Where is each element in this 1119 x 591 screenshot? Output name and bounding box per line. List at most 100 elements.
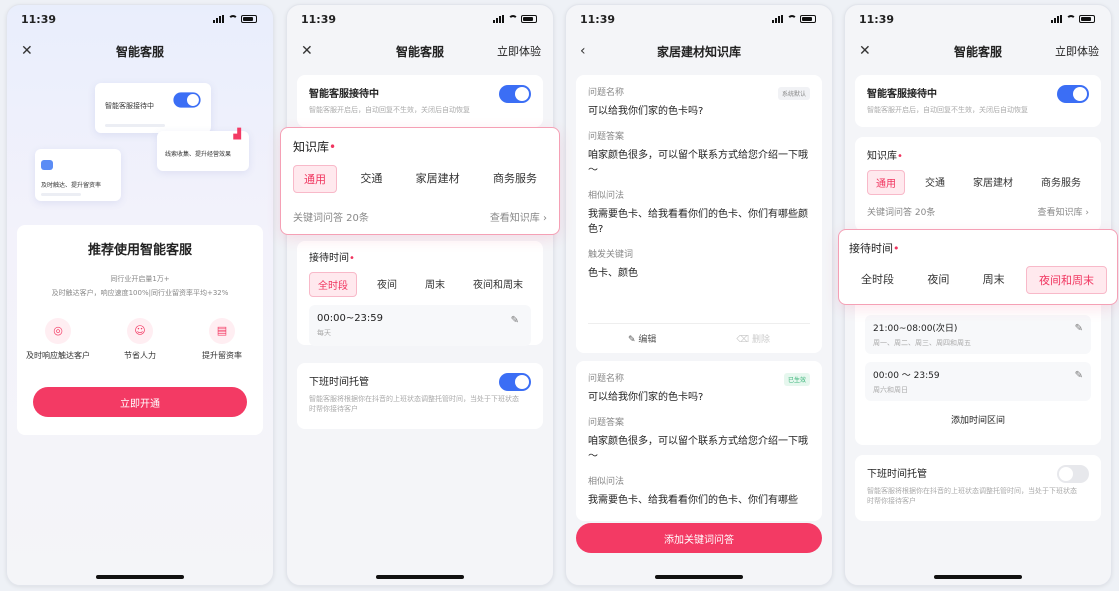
- screen-intro: 11:39 ✕ 智能客服 智能客服接待中 ▟ 线索收集、提升经营效果 及时触达、…: [6, 4, 274, 586]
- status-icons: [213, 15, 257, 23]
- edit-icon[interactable]: ✎: [1075, 370, 1083, 381]
- time-card: 接待时间• 全时段 夜间 周末 夜间和周末 00:00~23:59 每天 ✎: [297, 241, 543, 346]
- qa-edit-button[interactable]: ✎ 编辑: [628, 332, 656, 345]
- edit-icon[interactable]: ✎: [1075, 323, 1083, 334]
- chat-icon: ◎: [45, 318, 71, 344]
- time-tab[interactable]: 夜间: [915, 266, 961, 294]
- qa-name-label: 问题名称: [588, 374, 625, 384]
- kb-tab[interactable]: 交通: [350, 165, 392, 193]
- screen-settings: 11:39 ✕ 智能客服 立即体验 智能客服接待中 智能客服开启后，自动回复不生…: [286, 4, 554, 586]
- qa-similar-label: 相似问法: [588, 191, 625, 201]
- kb-tab[interactable]: 家居建材: [406, 165, 470, 193]
- time-tab[interactable]: 夜间和周末: [1025, 266, 1107, 294]
- time-tab[interactable]: 全时段: [849, 266, 906, 294]
- try-now-link[interactable]: 立即体验: [497, 43, 541, 59]
- kb-tab[interactable]: 交通: [917, 170, 953, 195]
- time-range-item[interactable]: 00:00~23:59 每天 ✎: [309, 305, 531, 346]
- illustration: 智能客服接待中 ▟ 线索收集、提升经营效果 及时触达、提升留资率: [7, 69, 273, 219]
- qa-card: 已生效 问题名称 可以给我你们家的色卡吗? 问题答案 咱家颜色很多，可以留个联系…: [576, 361, 822, 521]
- kb-footer: 关键词问答 20条 查看知识库 ›: [293, 209, 547, 224]
- home-indicator: [934, 575, 1022, 579]
- preview-service-card: 智能客服接待中: [95, 83, 211, 133]
- knowledge-base-card: 知识库• 通用 交通 家居建材 商务服务 关键词问答 20条 查看知识库 ›: [855, 137, 1101, 231]
- kb-footer: 关键词问答 20条 查看知识库 ›: [867, 205, 1089, 218]
- qa-name: 可以给我你们家的色卡吗?: [588, 392, 704, 403]
- qa-name: 可以给我你们家的色卡吗?: [588, 106, 704, 117]
- offwork-desc: 智能客服将根据你在抖音的上班状态调整托管时间，当处于下班状态时帮你接待客户: [309, 395, 519, 413]
- knowledge-base-panel: 知识库• 通用 交通 家居建材 商务服务 关键词问答 20条 查看知识库 ›: [280, 127, 560, 235]
- kb-tab[interactable]: 商务服务: [483, 165, 547, 193]
- status-icons: [772, 15, 816, 23]
- offwork-toggle[interactable]: [499, 373, 531, 391]
- offwork-toggle[interactable]: [1057, 465, 1089, 483]
- wifi-icon: [228, 15, 238, 23]
- service-title: 智能客服接待中: [867, 89, 937, 100]
- add-time-range-button[interactable]: 添加时间区间: [865, 413, 1091, 426]
- time-label: 接待时间•: [849, 242, 900, 255]
- status-icons: [493, 15, 537, 23]
- kb-tab[interactable]: 家居建材: [965, 170, 1021, 195]
- status-time: 11:39: [21, 12, 57, 26]
- close-icon[interactable]: ✕: [301, 43, 313, 59]
- battery-icon: [241, 15, 257, 23]
- qa-delete-button[interactable]: ⌫ 删除: [736, 332, 770, 345]
- chart-up-icon: ▟: [233, 129, 241, 140]
- status-time: 11:39: [859, 12, 895, 26]
- signal-icon: [213, 15, 225, 23]
- kb-tab[interactable]: 通用: [867, 170, 905, 195]
- qa-keyword: 色卡、颜色: [588, 268, 638, 279]
- activate-button[interactable]: 立即开通: [33, 387, 247, 417]
- time-range-item[interactable]: 00:00 ～ 23:59 周六和周日 ✎: [865, 362, 1091, 401]
- status-icons: [1051, 15, 1095, 23]
- service-card: 智能客服接待中 智能客服开启后，自动回复不生效，关闭后自动恢复: [855, 75, 1101, 127]
- preview-toggle: [173, 92, 201, 108]
- preview-lead-card: ▟ 线索收集、提升经营效果: [157, 129, 249, 171]
- home-indicator: [96, 575, 184, 579]
- recommend-heading: 推荐使用智能客服: [87, 243, 192, 258]
- kb-tab[interactable]: 通用: [293, 165, 337, 193]
- service-desc: 智能客服开启后，自动回复不生效，关闭后自动恢复: [309, 106, 470, 114]
- time-days: 周一、周二、周三、周四和周五: [873, 339, 971, 347]
- close-icon[interactable]: ✕: [21, 43, 33, 59]
- recommend-desc-2: 及时触达客户，响应速度100%|同行业留资率平均+32%: [51, 289, 229, 297]
- qa-answer: 咱家颜色很多，可以留个联系方式给您介绍一下哦～: [588, 150, 808, 176]
- offwork-card: 下班时间托管 智能客服将根据你在抖音的上班状态调整托管时间，当处于下班状态时帮你…: [855, 455, 1101, 521]
- time-tab[interactable]: 全时段: [309, 272, 357, 297]
- kb-label: 知识库•: [867, 151, 903, 162]
- home-indicator: [655, 575, 743, 579]
- feature-label: 及时响应触达客户: [26, 351, 90, 360]
- try-now-link[interactable]: 立即体验: [1055, 43, 1099, 59]
- time-tab[interactable]: 周末: [417, 272, 453, 297]
- trash-icon: ⌫: [736, 335, 750, 345]
- qa-answer-label: 问题答案: [588, 418, 625, 428]
- service-desc: 智能客服开启后，自动回复不生效，关闭后自动恢复: [867, 106, 1028, 114]
- qa-similar: 我需要色卡、给我看看你们的色卡、你们有哪些: [588, 495, 798, 506]
- recommend-desc-1: 同行业开启量1万+: [110, 275, 170, 283]
- qa-card: 系统默认 问题名称 可以给我你们家的色卡吗? 问题答案 咱家颜色很多，可以留个联…: [576, 75, 822, 353]
- status-bar: 11:39: [7, 5, 273, 33]
- preview-reach-text: 及时触达、提升留资率: [41, 182, 102, 189]
- preview-reach-card: 及时触达、提升留资率: [35, 149, 121, 201]
- add-qa-button[interactable]: 添加关键词问答: [576, 523, 822, 553]
- close-icon[interactable]: ✕: [859, 43, 871, 59]
- feature-item: ◎ 及时响应触达客户: [23, 318, 93, 361]
- qa-answer-label: 问题答案: [588, 132, 625, 142]
- time-days: 周六和周日: [873, 386, 908, 394]
- kb-view-link[interactable]: 查看知识库 ›: [1038, 205, 1090, 218]
- status-time: 11:39: [301, 12, 337, 26]
- time-tab[interactable]: 夜间和周末: [465, 272, 531, 297]
- navbar: ✕ 智能客服 立即体验: [287, 33, 553, 69]
- status-time: 11:39: [580, 12, 616, 26]
- time-tab[interactable]: 夜间: [369, 272, 405, 297]
- back-icon[interactable]: ‹: [580, 43, 586, 59]
- time-tab[interactable]: 周末: [971, 266, 1017, 294]
- kb-view-link[interactable]: 查看知识库 ›: [490, 209, 547, 224]
- wifi-icon: [508, 15, 518, 23]
- service-toggle[interactable]: [1057, 85, 1089, 103]
- edit-icon[interactable]: ✎: [511, 315, 519, 326]
- kb-tab[interactable]: 商务服务: [1033, 170, 1089, 195]
- time-range-item[interactable]: 21:00~08:00(次日) 周一、周二、周三、周四和周五 ✎: [865, 315, 1091, 354]
- status-bar: 11:39: [566, 5, 832, 33]
- chevron-right-icon: ›: [543, 213, 547, 224]
- service-toggle[interactable]: [499, 85, 531, 103]
